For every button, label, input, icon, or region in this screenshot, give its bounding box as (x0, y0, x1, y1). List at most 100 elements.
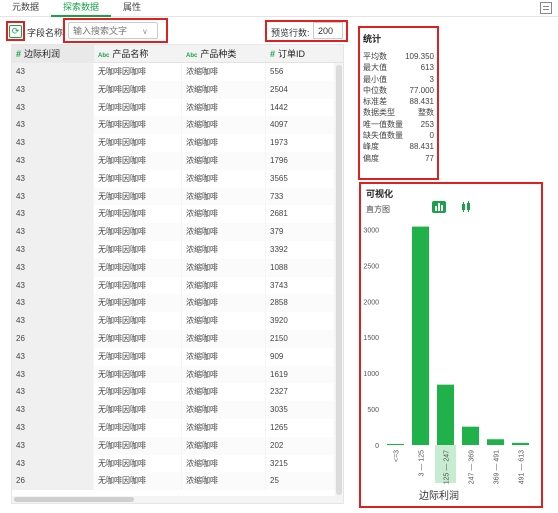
x-tick-label: <=3 (394, 450, 401, 462)
table-cell: 无咖啡因咖啡 (94, 187, 182, 206)
y-tick-label: 1500 (363, 335, 379, 342)
table-row[interactable]: 43 无咖啡因咖啡 浓缩咖啡 1973 (12, 134, 343, 152)
column-header-product-type[interactable]: Abc 产品种类 (182, 45, 266, 63)
scrollbar-thumb[interactable] (336, 65, 342, 495)
table-cell: 26 (12, 472, 94, 491)
table-cell: 43 (12, 401, 94, 419)
tab-explore-data[interactable]: 探索数据 (51, 0, 112, 17)
table-row[interactable]: 43 无咖啡因咖啡 浓缩咖啡 1442 (12, 98, 343, 117)
table-cell: 733 (266, 187, 335, 206)
stat-row: 标准差 88.431 (363, 96, 434, 107)
table-row[interactable]: 43 无咖啡因咖啡 浓缩咖啡 3920 (12, 312, 343, 330)
table-cell: 无咖啡因咖啡 (94, 472, 182, 491)
table-row[interactable]: 43 无咖啡因咖啡 浓缩咖啡 909 (12, 347, 343, 366)
stat-value: 0 (429, 131, 434, 141)
field-name-label: 字段名称: (27, 28, 66, 38)
table-cell: 浓缩咖啡 (182, 205, 266, 224)
table-row[interactable]: 43 无咖啡因咖啡 浓缩咖啡 202 (12, 436, 343, 455)
table-cell: 3035 (266, 401, 335, 419)
table-cell: 无咖啡因咖啡 (94, 294, 182, 313)
histogram-bar[interactable] (412, 226, 429, 445)
table-cell: 4097 (266, 116, 335, 135)
y-tick-label: 0 (375, 443, 379, 450)
histogram-chart: 0 500 1000 1500 2000 2500 3000 <=3 3 — 125 125 — … (363, 226, 529, 502)
table-cell: 909 (266, 347, 335, 366)
histogram-bar[interactable] (462, 426, 479, 445)
tab-properties[interactable]: 属性 (111, 0, 153, 17)
x-tick-label: 369 — 491 (494, 450, 501, 484)
panel-menu-icon[interactable] (540, 2, 552, 14)
table-cell: 43 (12, 223, 94, 241)
table-row[interactable]: 43 无咖啡因咖啡 浓缩咖啡 3743 (12, 276, 343, 295)
table-row[interactable]: 43 无咖啡因咖啡 浓缩咖啡 3565 (12, 169, 343, 188)
table-row[interactable]: 43 无咖啡因咖啡 浓缩咖啡 556 (12, 63, 343, 81)
table-cell: 无咖啡因咖啡 (94, 134, 182, 152)
table-row[interactable]: 43 无咖啡因咖啡 浓缩咖啡 1619 (12, 365, 343, 384)
table-cell: 1973 (266, 134, 335, 152)
table-cell: 浓缩咖啡 (182, 454, 266, 473)
table-row[interactable]: 43 无咖啡因咖啡 浓缩咖啡 4097 (12, 116, 343, 135)
stat-label: 中位数 (363, 85, 387, 95)
x-tick-label: 491 — 613 (519, 450, 526, 484)
table-cell: 3920 (266, 312, 335, 330)
table-row[interactable]: 43 无咖啡因咖啡 浓缩咖啡 733 (12, 187, 343, 206)
column-header-order-id[interactable]: # 订单ID (266, 45, 335, 63)
table-row[interactable]: 43 无咖啡因咖啡 浓缩咖啡 2327 (12, 383, 343, 402)
numeric-type-icon: # (16, 49, 22, 59)
scrollbar-thumb[interactable] (14, 497, 134, 502)
table-row[interactable]: 43 无咖啡因咖啡 浓缩咖啡 1796 (12, 151, 343, 170)
chevron-down-icon[interactable]: ∨ (142, 27, 148, 36)
tab-metadata[interactable]: 元数据 (0, 0, 51, 17)
y-tick-label: 3000 (363, 227, 379, 234)
table-cell: 无咖啡因咖啡 (94, 258, 182, 277)
table-cell: 1442 (266, 98, 335, 117)
table-row[interactable]: 43 无咖啡因咖啡 浓缩咖啡 3215 (12, 454, 343, 473)
table-row[interactable]: 43 无咖啡因咖啡 浓缩咖啡 1265 (12, 418, 343, 437)
table-cell: 无咖啡因咖啡 (94, 151, 182, 170)
table-cell: 202 (266, 436, 335, 455)
table-cell: 浓缩咖啡 (182, 365, 266, 384)
table-cell: 浓缩咖啡 (182, 383, 266, 402)
preview-rows-input[interactable]: 200 (313, 22, 343, 39)
table-cell: 1619 (266, 365, 335, 384)
column-header-margin[interactable]: # 边际利润 (12, 45, 94, 63)
table-row[interactable]: 26 无咖啡因咖啡 浓缩咖啡 25 (12, 472, 343, 491)
table-cell: 43 (12, 383, 94, 402)
column-header-product-name[interactable]: Abc 产品名称 (94, 45, 182, 63)
column-label: 产品名称 (112, 49, 149, 59)
table-cell: 无咖啡因咖啡 (94, 223, 182, 241)
text-type-icon: Abc (186, 53, 198, 59)
histogram-bar[interactable] (512, 442, 529, 445)
refresh-icon[interactable]: ⟳ (9, 25, 22, 38)
stat-value: 109.350 (405, 52, 434, 61)
statistics-panel: 统计 平均数 109.350 最大值 613 最小值 3 中位数 77.000 标准差 88.43… (360, 28, 437, 178)
table-cell: 43 (12, 98, 94, 117)
stat-row: 中位数 77.000 (363, 85, 434, 96)
table-cell: 无咖啡因咖啡 (94, 436, 182, 455)
table-cell: 无咖啡因咖啡 (94, 276, 182, 295)
table-row[interactable]: 43 无咖啡因咖啡 浓缩咖啡 2858 (12, 294, 343, 313)
table-row[interactable]: 26 无咖啡因咖啡 浓缩咖啡 2150 (12, 329, 343, 348)
table-row[interactable]: 43 无咖啡因咖啡 浓缩咖啡 379 (12, 223, 343, 241)
stat-row: 峰度 88.431 (363, 141, 434, 152)
table-row[interactable]: 43 无咖啡因咖啡 浓缩咖啡 1088 (12, 258, 343, 277)
table-row[interactable]: 43 无咖啡因咖啡 浓缩咖啡 3392 (12, 240, 343, 259)
preview-rows-label: 预览行数: (271, 28, 310, 38)
horizontal-scrollbar[interactable] (12, 496, 343, 503)
table-cell: 43 (12, 187, 94, 206)
table-cell: 3743 (266, 276, 335, 295)
table-cell: 43 (12, 294, 94, 313)
table-cell: 浓缩咖啡 (182, 116, 266, 135)
table-row[interactable]: 43 无咖啡因咖啡 浓缩咖啡 2504 (12, 80, 343, 99)
histogram-bar[interactable] (437, 384, 454, 445)
table-row[interactable]: 43 无咖啡因咖啡 浓缩咖啡 2681 (12, 205, 343, 224)
table-cell: 1088 (266, 258, 335, 277)
histogram-bar[interactable] (487, 439, 504, 445)
stat-row: 偏度 77 (363, 153, 434, 164)
x-tick-label: 247 — 369 (469, 450, 476, 484)
vertical-scrollbar[interactable] (335, 63, 343, 503)
y-tick-label: 500 (367, 407, 379, 414)
stat-label: 数据类型 (363, 108, 395, 118)
table-row[interactable]: 43 无咖啡因咖啡 浓缩咖啡 3035 (12, 401, 343, 419)
histogram-bar[interactable] (387, 443, 404, 445)
